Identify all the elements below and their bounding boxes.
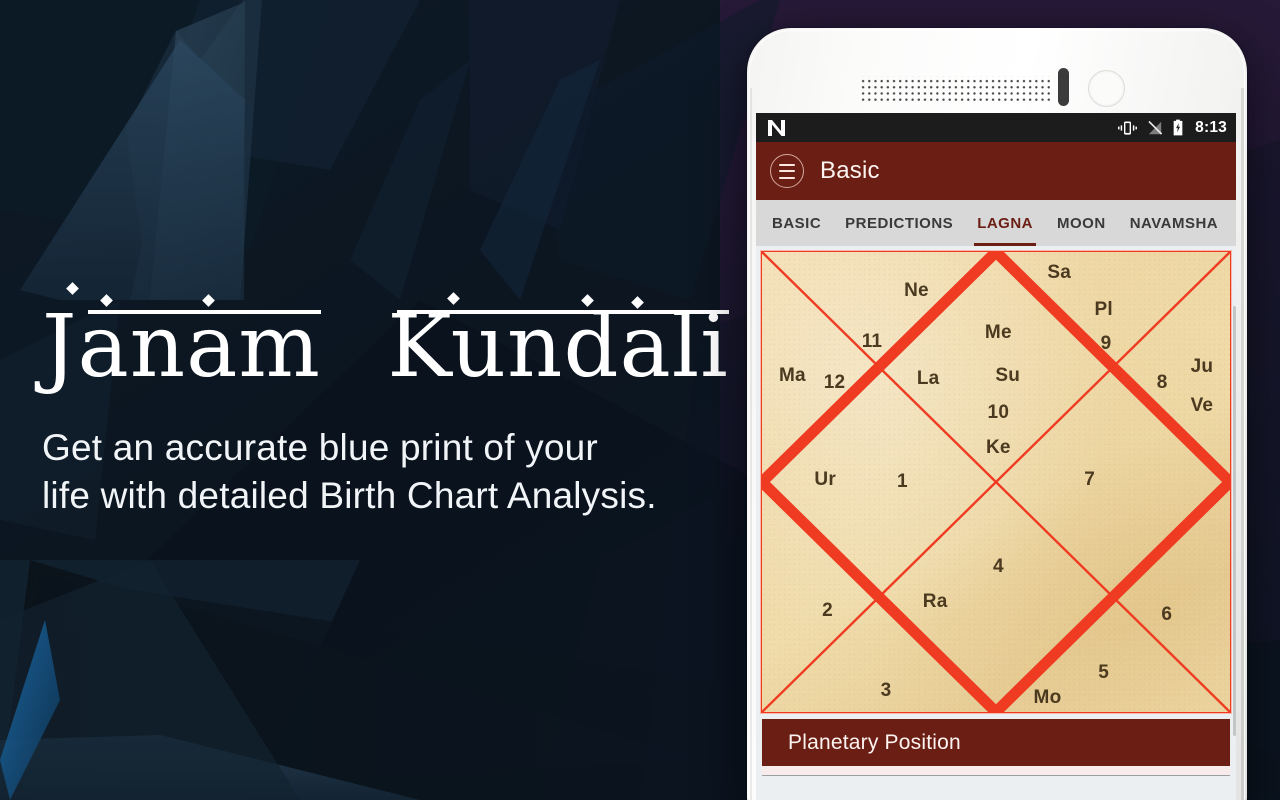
tab-moon-label: MOON [1057, 214, 1106, 232]
kundali-house-label: 12 [823, 372, 846, 394]
kundali-planet-label: Mo [1033, 687, 1062, 709]
kundali-house-label: 8 [1156, 372, 1168, 394]
tab-bar: BASIC PREDICTIONS LAGNA MOON NAVAMSHA [756, 200, 1236, 246]
page-title: Basic [820, 157, 880, 184]
tab-navamsha[interactable]: NAVAMSHA [1118, 200, 1230, 246]
status-bar-clock: 8:13 [1195, 118, 1227, 136]
kundali-node-label: Ra [922, 590, 948, 612]
phone-mockup: 8:13 Basic BASIC PREDICTIONS LAGNA MOON … [747, 28, 1247, 800]
android-nougat-n-icon [767, 119, 786, 136]
tab-lagna-label: LAGNA [977, 214, 1034, 232]
kundali-planet-label: Ur [814, 468, 836, 490]
kundali-planet-label: Ve [1190, 395, 1214, 417]
chart-container: Ne Sa Pl 11 Me 9 Ma 12 La Su 8 Ju Ve 10 Ke Ur 1 7 4 2 Ra 6 3 5 M… [756, 246, 1236, 714]
kundali-planet-label: Su [995, 365, 1021, 387]
tab-lagna[interactable]: LAGNA [965, 200, 1045, 246]
kundali-ascendant-label: La [916, 367, 940, 389]
kundali-house-label: 11 [861, 330, 883, 352]
planetary-position-label: Planetary Position [788, 730, 961, 754]
content-scrollbar[interactable] [1233, 306, 1236, 736]
hamburger-menu-icon[interactable] [770, 154, 804, 188]
section-divider [762, 766, 1230, 775]
app-title-word-2-text: Kundali [387, 297, 729, 397]
kundali-planet-label: Sa [1047, 261, 1071, 283]
kundali-planet-label: Ke [985, 436, 1011, 458]
kundali-house-label: 6 [1161, 604, 1173, 626]
tab-moon[interactable]: MOON [1045, 200, 1118, 246]
kundali-planet-label: Ma [779, 365, 806, 387]
tab-basic[interactable]: BASIC [760, 200, 833, 246]
no-sim-icon [1147, 120, 1163, 136]
tab-predictions[interactable]: PREDICTIONS [833, 200, 965, 246]
app-title-word-2: Kundali [387, 288, 730, 390]
proximity-sensor-icon [1058, 68, 1069, 106]
kundali-house-label: 10 [987, 402, 1010, 423]
status-bar: 8:13 [756, 113, 1236, 142]
kundali-house-label: 2 [822, 599, 833, 621]
app-title-word-1-text: Janam [42, 297, 321, 397]
kundali-planet-label: Ju [1190, 356, 1214, 377]
tab-navamsha-label: NAVAMSHA [1129, 214, 1219, 232]
app-title-word-1: Janam [42, 282, 321, 390]
planetary-position-header[interactable]: Planetary Position [762, 719, 1230, 766]
battery-charging-icon [1172, 119, 1184, 136]
status-icons: 8:13 [1117, 119, 1227, 137]
next-section-edge [762, 775, 1230, 781]
planetary-position-section: Planetary Position [756, 713, 1236, 781]
kundali-house-label: 4 [992, 556, 1004, 578]
kundali-planet-label: Ne [904, 280, 929, 302]
phone-left-edge [750, 88, 752, 800]
kundali-house-label: 5 [1098, 661, 1110, 683]
title-diamond-dots-2 [387, 288, 728, 309]
app-title: Janam Kundali [42, 282, 732, 390]
kundali-house-label: 7 [1084, 468, 1095, 490]
kundali-planet-label: Pl [1094, 298, 1113, 320]
kundali-house-label: 3 [880, 680, 892, 702]
front-camera-icon [1088, 70, 1125, 107]
lagna-kundali-chart[interactable]: Ne Sa Pl 11 Me 9 Ma 12 La Su 8 Ju Ve 10 Ke Ur 1 7 4 2 Ra 6 3 5 M… [760, 250, 1232, 714]
promo-subtitle: Get an accurate blue print of your life … [42, 424, 732, 520]
promo-subtitle-line-1: Get an accurate blue print of your [42, 427, 598, 468]
tab-basic-label: BASIC [772, 214, 822, 232]
promo-subtitle-line-2: life with detailed Birth Chart Analysis. [42, 475, 657, 517]
kundali-house-label: 1 [897, 471, 908, 492]
promo-copy: Janam Kundali Get an accurate blue print… [42, 282, 732, 520]
kundali-planet-label: Me [984, 321, 1012, 343]
phone-right-edge [1241, 88, 1244, 800]
vibrate-icon [1117, 120, 1138, 136]
app-toolbar: Basic [756, 142, 1236, 200]
tab-predictions-label: PREDICTIONS [845, 214, 954, 232]
title-diamond-dots [42, 282, 321, 307]
speaker-grille-icon [860, 76, 1050, 104]
phone-screen: 8:13 Basic BASIC PREDICTIONS LAGNA MOON … [756, 113, 1236, 800]
kundali-house-label: 9 [1100, 333, 1112, 354]
